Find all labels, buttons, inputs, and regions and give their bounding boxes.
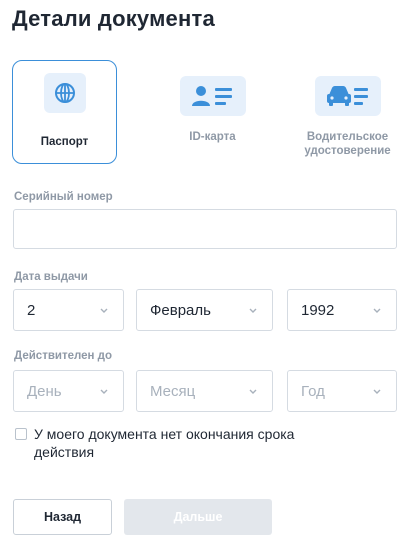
valid-day-select[interactable]: День — [13, 370, 124, 412]
doc-type-driver-license-label: Водительское удостоверение — [304, 130, 390, 158]
no-expiry-label[interactable]: У моего документа нет окончания срока де… — [34, 425, 354, 461]
doc-type-driver-license[interactable]: Водительское удостоверение — [295, 60, 400, 164]
doc-type-id-card-label: ID-карта — [189, 131, 236, 143]
valid-day-placeholder: День — [27, 383, 62, 400]
issue-day-value: 2 — [27, 302, 36, 319]
id-card-icon — [191, 86, 232, 106]
back-button[interactable]: Назад — [13, 499, 112, 535]
serial-number-input[interactable] — [13, 209, 397, 249]
doc-type-passport-label: Паспорт — [40, 136, 89, 148]
valid-until-label: Действителен до — [14, 350, 113, 362]
car-icon — [326, 86, 368, 106]
doc-type-passport[interactable]: Паспорт — [12, 60, 117, 164]
chevron-down-icon — [373, 389, 381, 394]
valid-year-select[interactable]: Год — [287, 370, 397, 412]
valid-year-placeholder: Год — [301, 383, 325, 400]
chevron-down-icon — [373, 308, 381, 313]
car-icon-box — [314, 76, 381, 116]
chevron-down-icon — [249, 308, 257, 313]
issue-date-label: Дата выдачи — [14, 271, 88, 283]
serial-number-label: Серийный номер — [14, 191, 113, 203]
valid-month-placeholder: Месяц — [150, 383, 196, 400]
issue-month-select[interactable]: Февраль — [136, 289, 273, 331]
issue-month-value: Февраль — [150, 302, 211, 319]
doc-label-line1: Водительское — [306, 131, 389, 143]
page-title: Детали документа — [12, 6, 215, 31]
id-card-icon-box — [179, 76, 246, 116]
globe-icon — [54, 83, 75, 103]
issue-year-value: 1992 — [301, 302, 335, 319]
issue-day-select[interactable]: 2 — [13, 289, 124, 331]
valid-month-select[interactable]: Месяц — [136, 370, 273, 412]
doc-type-id-card[interactable]: ID-карта — [160, 60, 265, 164]
next-button[interactable]: Дальше — [124, 499, 272, 535]
issue-year-select[interactable]: 1992 — [287, 289, 397, 331]
chevron-down-icon — [100, 389, 108, 394]
chevron-down-icon — [100, 308, 108, 313]
doc-label-line2: удостоверение — [304, 145, 391, 157]
chevron-down-icon — [249, 389, 257, 394]
globe-icon-box — [43, 73, 86, 113]
no-expiry-checkbox[interactable] — [15, 428, 27, 440]
